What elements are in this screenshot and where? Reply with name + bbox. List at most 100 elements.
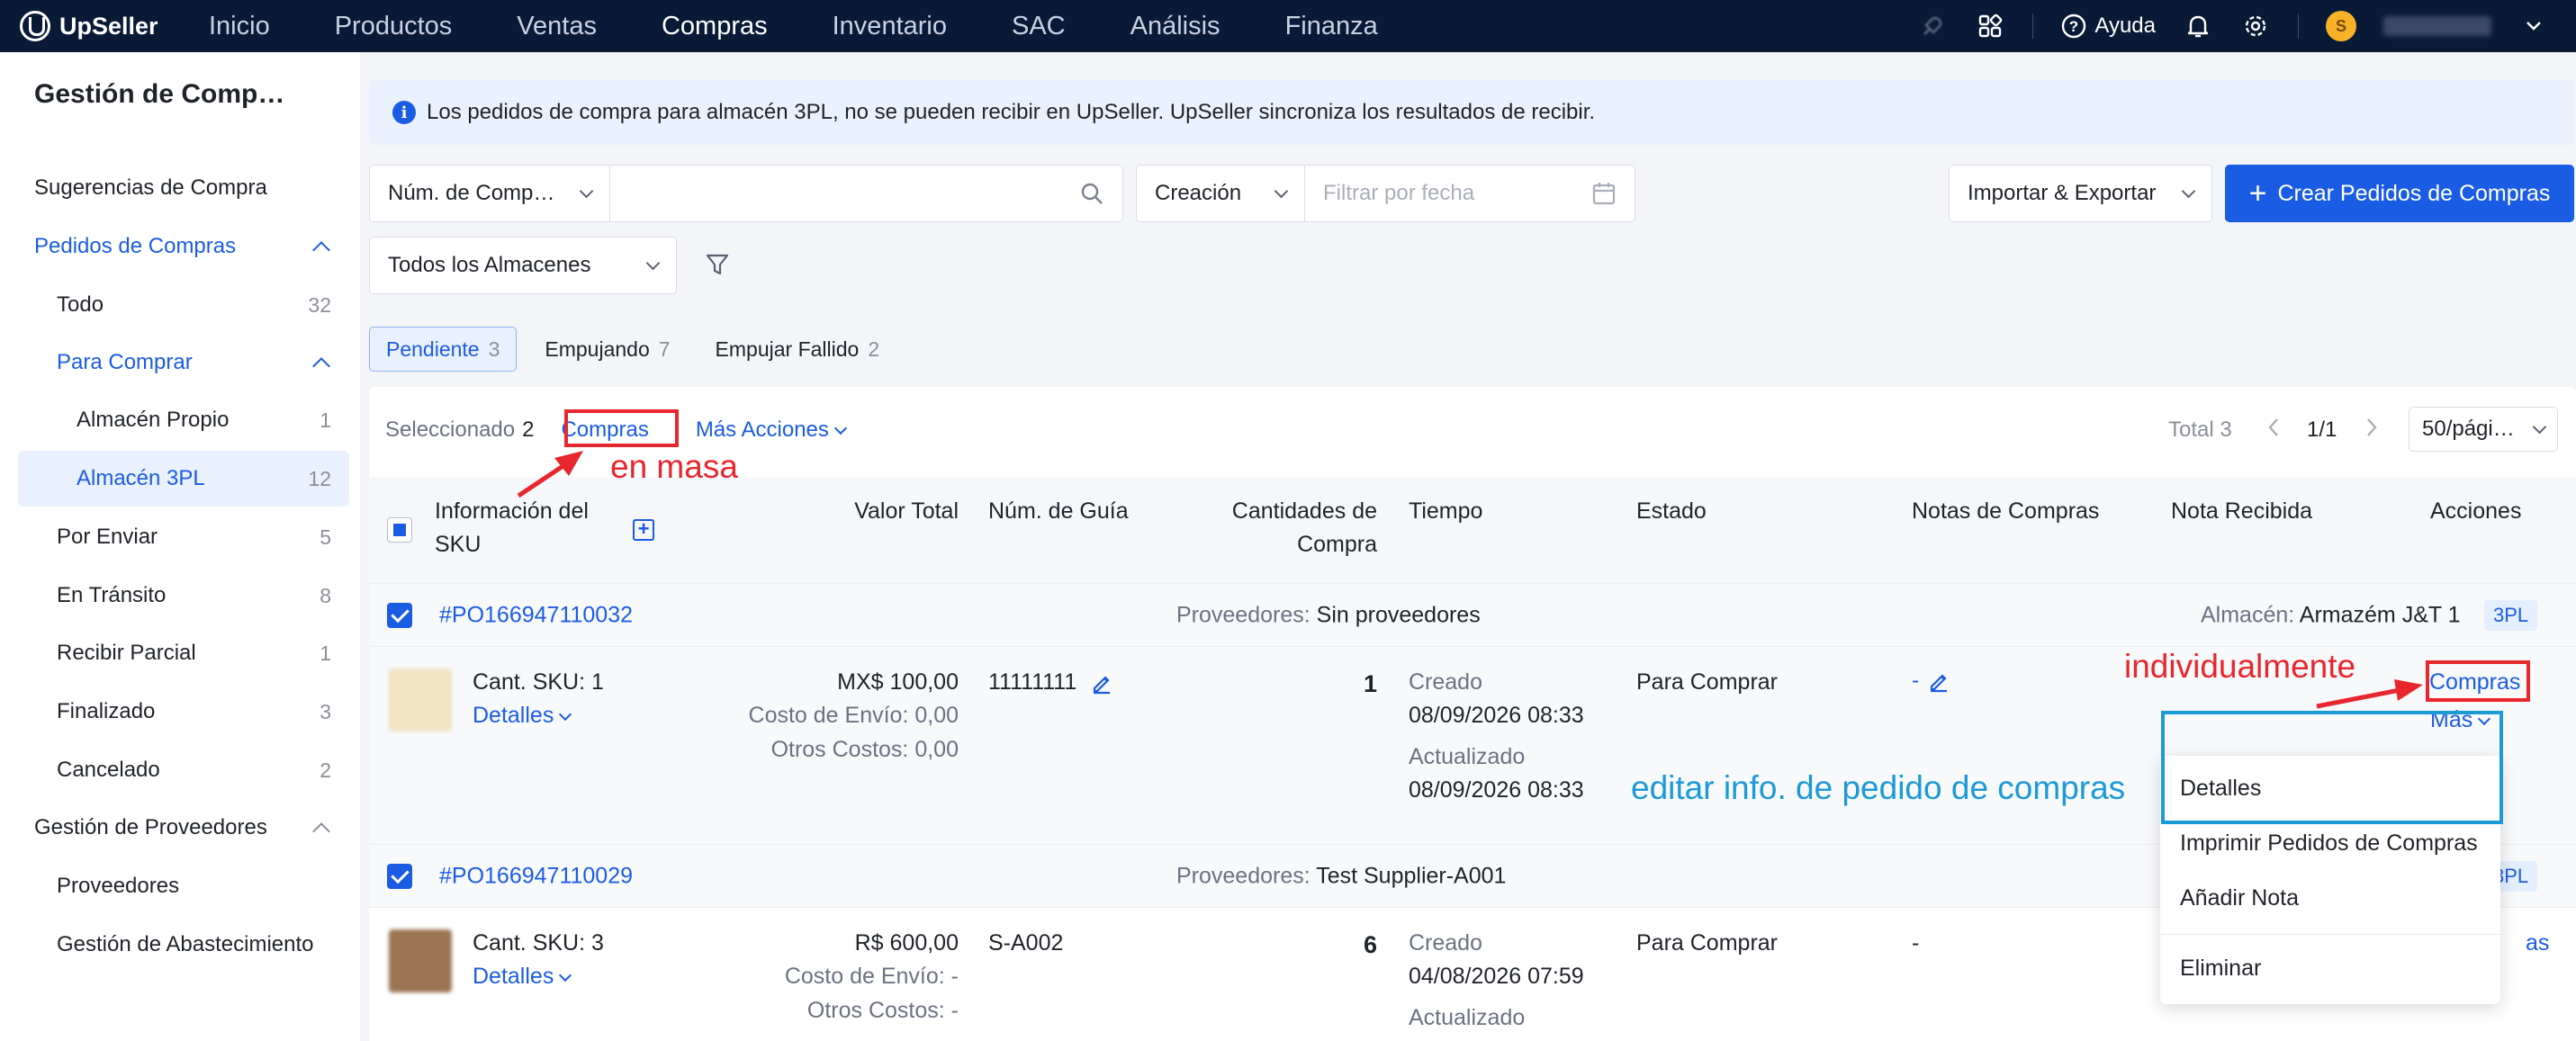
search-input[interactable] [609, 165, 1123, 222]
import-export-button[interactable]: Importar & Exportar [1949, 165, 2212, 222]
avatar[interactable]: S [2326, 11, 2356, 41]
filter-icon[interactable] [705, 252, 730, 282]
nav-finanza[interactable]: Finanza [1285, 12, 1378, 41]
sidebar-item-almacen-propio[interactable]: Almacén Propio 1 [0, 392, 349, 448]
chevron-down-icon [559, 707, 572, 722]
sidebar-item-label: Recibir Parcial [57, 641, 196, 665]
help-button[interactable]: ? Ayuda [2060, 13, 2156, 40]
th-actions: Acciones [2430, 498, 2522, 524]
gear-icon[interactable] [2240, 11, 2271, 41]
select-all-checkbox[interactable] [387, 517, 412, 543]
tab-empujando[interactable]: Empujando 7 [527, 327, 687, 372]
info-banner: i Los pedidos de compra para almacén 3PL… [369, 80, 2574, 145]
main-nav: Inicio Productos Ventas Compras Inventar… [209, 12, 1443, 41]
top-navbar: UpSeller Inicio Productos Ventas Compras… [0, 0, 2576, 52]
search-type-select[interactable]: Núm. de Comp… [369, 165, 610, 222]
help-label: Ayuda [2094, 13, 2156, 38]
sidebar-title: Gestión de Comp… [34, 79, 285, 109]
guide-number: 11111111 [988, 665, 1113, 699]
sidebar-item-label: Gestión de Abastecimiento [57, 932, 314, 956]
sidebar-item-en-transito[interactable]: En Tránsito 8 [0, 568, 349, 624]
tab-count: 7 [658, 337, 671, 361]
nav-analisis[interactable]: Análisis [1130, 12, 1220, 41]
import-export-label: Importar & Exportar [1968, 181, 2157, 205]
shipping-cost: Costo de Envío: 0,00 [748, 703, 959, 728]
date-filter-input[interactable]: Filtrar por fecha [1304, 165, 1635, 222]
details-label: Detalles [473, 964, 554, 989]
tab-pendiente[interactable]: Pendiente 3 [369, 327, 518, 372]
next-page-icon[interactable] [2364, 416, 2379, 445]
top-right-tools: ? Ayuda S [1917, 0, 2549, 52]
tab-empujar-fallido[interactable]: Empujar Fallido 2 [698, 327, 897, 372]
annotation-edit-text: editar info. de pedido de compras [1631, 769, 2126, 806]
product-thumbnail [389, 929, 452, 992]
chevron-down-icon[interactable] [2518, 11, 2549, 41]
sidebar-item-cancelado[interactable]: Cancelado 2 [0, 742, 349, 798]
menu-item-eliminar[interactable]: Eliminar [2180, 950, 2261, 986]
account-name-blurred[interactable] [2383, 16, 2491, 36]
date-type-value: Creación [1155, 181, 1242, 205]
search-icon[interactable] [1079, 181, 1104, 206]
order-checkbox[interactable] [387, 863, 412, 889]
create-purchase-order-button[interactable]: + Crear Pedidos de Compras [2225, 165, 2574, 222]
supplier-label: Proveedores: [1176, 863, 1311, 888]
annotation-individual-highlight [2426, 660, 2530, 702]
guide-value: 11111111 [988, 669, 1077, 695]
sidebar-item-finalizado[interactable]: Finalizado 3 [0, 684, 349, 740]
sidebar-item-count: 2 [320, 758, 331, 782]
sidebar-item-almacen-3pl[interactable]: Almacén 3PL 12 [18, 451, 349, 507]
apps-grid-icon[interactable] [1975, 11, 2005, 41]
order-id-link[interactable]: #PO166947110029 [439, 863, 633, 889]
sidebar-item-proveedores[interactable]: Proveedores [0, 858, 349, 914]
sku-details-toggle[interactable]: Detalles [473, 698, 572, 732]
calendar-icon [1592, 183, 1616, 205]
nav-productos[interactable]: Productos [335, 12, 453, 41]
sidebar-item-para-comprar[interactable]: Para Comprar [0, 335, 349, 390]
sku-count: Cant. SKU: 3 [473, 930, 604, 956]
create-button-label: Crear Pedidos de Compras [2277, 180, 2551, 206]
annotation-arrow-icon [517, 451, 583, 498]
expand-all-icon[interactable]: + [633, 519, 654, 541]
menu-divider [2160, 934, 2500, 935]
sidebar-item-por-enviar[interactable]: Por Enviar 5 [0, 509, 349, 565]
date-type-select[interactable]: Creación [1136, 165, 1305, 222]
total-count: Total 3 [2168, 417, 2232, 442]
prev-page-icon[interactable] [2266, 416, 2281, 445]
more-actions-button[interactable]: Más Acciones [696, 417, 847, 443]
th-status: Estado [1636, 498, 1707, 524]
order-id-link[interactable]: #PO166947110032 [439, 602, 633, 628]
logo[interactable]: UpSeller [20, 11, 209, 41]
sidebar-item-pedidos[interactable]: Pedidos de Compras [0, 219, 349, 274]
sidebar-item-gestion-proveedores[interactable]: Gestión de Proveedores [0, 800, 349, 856]
sku-details-toggle[interactable]: Detalles [473, 959, 572, 993]
guide-number: S-A002 [988, 930, 1064, 956]
th-notes: Notas de Compras [1912, 498, 2100, 524]
sidebar-item-count: 1 [320, 641, 331, 665]
divider [2032, 13, 2034, 39]
supplier-value: Test Supplier-A001 [1316, 863, 1507, 888]
nav-inventario[interactable]: Inventario [833, 12, 947, 41]
menu-item-anadir-nota[interactable]: Añadir Nota [2180, 880, 2299, 916]
rocket-icon[interactable] [1917, 11, 1948, 41]
tab-count: 3 [488, 337, 500, 361]
chevron-up-icon [312, 241, 330, 259]
row-purchase-button[interactable]: as [2526, 926, 2549, 960]
menu-item-imprimir[interactable]: Imprimir Pedidos de Compras [2180, 825, 2478, 861]
sidebar-item-recibir-parcial[interactable]: Recibir Parcial 1 [0, 625, 349, 681]
order-checkbox[interactable] [387, 602, 412, 628]
created-label: Creado [1409, 669, 1482, 695]
bell-icon[interactable] [2183, 11, 2213, 41]
page-size-select[interactable]: 50/pági… [2409, 407, 2558, 452]
nav-compras[interactable]: Compras [662, 12, 768, 41]
sidebar-item-sugerencias[interactable]: Sugerencias de Compra [0, 160, 349, 216]
sidebar-item-label: Por Enviar [57, 525, 158, 549]
sidebar-item-todo[interactable]: Todo 32 [0, 277, 349, 333]
purchase-note: - [1912, 930, 1920, 956]
nav-sac[interactable]: SAC [1012, 12, 1066, 41]
edit-pencil-icon[interactable] [1927, 669, 1950, 693]
warehouse-select[interactable]: Todos los Almacenes [369, 237, 677, 294]
nav-inicio[interactable]: Inicio [209, 12, 270, 41]
edit-pencil-icon[interactable] [1090, 671, 1113, 695]
sidebar-item-abastecimiento[interactable]: Gestión de Abastecimiento [0, 917, 349, 973]
nav-ventas[interactable]: Ventas [517, 12, 597, 41]
